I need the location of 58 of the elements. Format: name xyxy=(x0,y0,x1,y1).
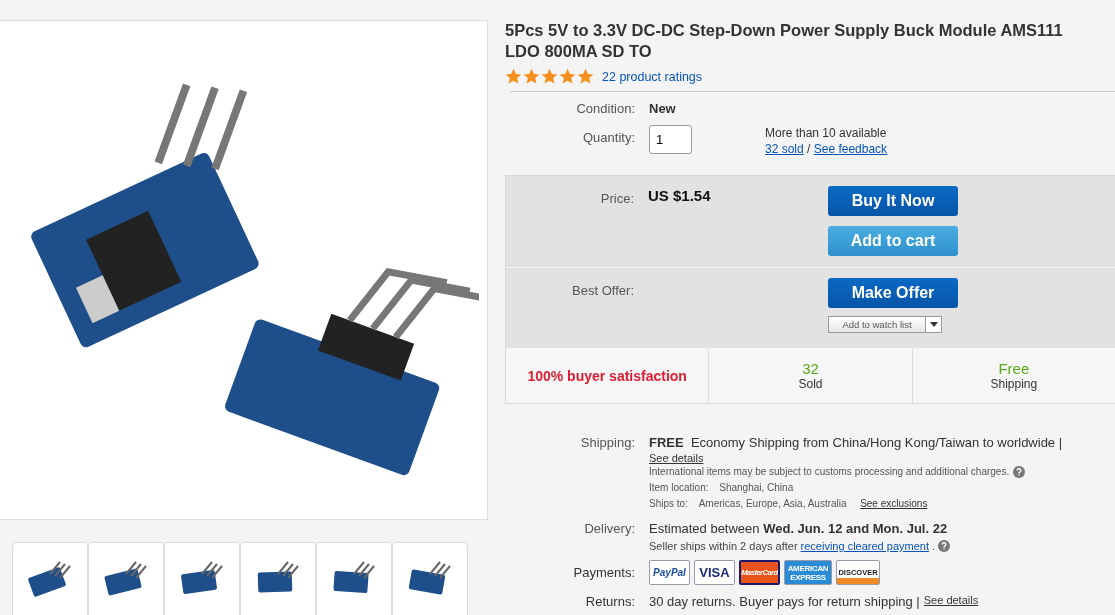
caret-icon xyxy=(929,322,938,327)
stat-value: Free xyxy=(998,360,1030,377)
dropdown-button[interactable] xyxy=(926,316,942,333)
details-link[interactable]: See details xyxy=(649,452,704,464)
stat-value: 32 xyxy=(802,360,819,377)
availability-text: More than 10 available xyxy=(765,126,887,140)
field-label: Condition: xyxy=(575,101,636,116)
thumbnail[interactable] xyxy=(12,542,88,615)
payment-logo: VISA xyxy=(694,560,735,585)
help-icon xyxy=(938,540,951,552)
field-label: Delivery: xyxy=(583,520,636,536)
make-offer-button[interactable]: Make Offer xyxy=(828,278,958,308)
customs-note: International items may be subject to customs processing and additional charges. xyxy=(649,465,1010,479)
satisfaction-text: 100% buyer satisfaction xyxy=(527,367,687,384)
period-text: . xyxy=(932,540,936,552)
ships-to-label: Ships to: xyxy=(649,497,688,511)
location-value: Shanghai, China xyxy=(719,481,794,495)
stat-caption: Sold xyxy=(798,377,823,391)
shipping-text: Economy Shipping from China/Hong Kong/Taiwan to worldwide | xyxy=(690,435,1063,450)
exclusions-link[interactable]: See exclusions xyxy=(860,496,928,512)
product-title: 5Pcs 5V to 3.3V DC-DC Step-Down Power Supply Buck Module AMS111 LDO 800MA SD TO xyxy=(505,20,1064,62)
free-text: FREE xyxy=(649,435,684,450)
location-label: Item location: xyxy=(649,481,709,495)
condition-value: New xyxy=(649,101,676,116)
thumbnail[interactable] xyxy=(164,542,240,615)
payment-link[interactable]: receiving cleared payment xyxy=(800,540,929,552)
payment-logo: PayPal xyxy=(649,560,690,585)
ratings-link[interactable]: 22 product ratings xyxy=(602,69,703,84)
star-icon xyxy=(523,68,540,85)
watch-list-button[interactable]: Add to watch list xyxy=(828,316,926,333)
star-icon xyxy=(559,68,576,85)
payment-logo: AMERICAN EXPRESS xyxy=(784,560,832,585)
quantity-field[interactable]: 1 xyxy=(649,125,692,154)
feedback-link[interactable]: See feedback xyxy=(813,142,888,156)
action-button[interactable]: Buy It Now xyxy=(828,186,958,216)
thumbnail[interactable] xyxy=(240,542,316,615)
sold-link[interactable]: 32 sold xyxy=(765,142,804,156)
thumbnail[interactable] xyxy=(316,542,392,615)
field-label: Price: xyxy=(599,190,635,206)
delivery-estimate: Estimated between Wed. Jun. 12 and Mon. Jul. 22 xyxy=(649,520,949,537)
returns-text: 30 day returns. Buyer pays for return shipping | xyxy=(649,593,920,610)
help-icon xyxy=(1013,466,1026,478)
stat-caption: Shipping xyxy=(990,377,1038,391)
price-value: US $1.54 xyxy=(648,186,712,204)
seller-note: Seller ships within 2 days after xyxy=(649,540,798,552)
field-label: Quantity: xyxy=(581,129,636,145)
star-icon xyxy=(577,68,594,85)
field-label: Payments: xyxy=(572,564,636,581)
star-icon xyxy=(541,68,558,85)
thumbnail[interactable] xyxy=(392,542,468,615)
field-label: Shipping: xyxy=(579,434,636,450)
separator-text: / xyxy=(807,142,811,156)
ships-to-value: Americas, Europe, Asia, Australia xyxy=(698,497,847,511)
field-label: Returns: xyxy=(584,593,636,610)
field-label: Best Offer: xyxy=(571,282,635,298)
star-icon xyxy=(505,68,522,85)
details-link[interactable]: See details xyxy=(923,594,979,606)
thumbnail[interactable] xyxy=(88,542,164,615)
